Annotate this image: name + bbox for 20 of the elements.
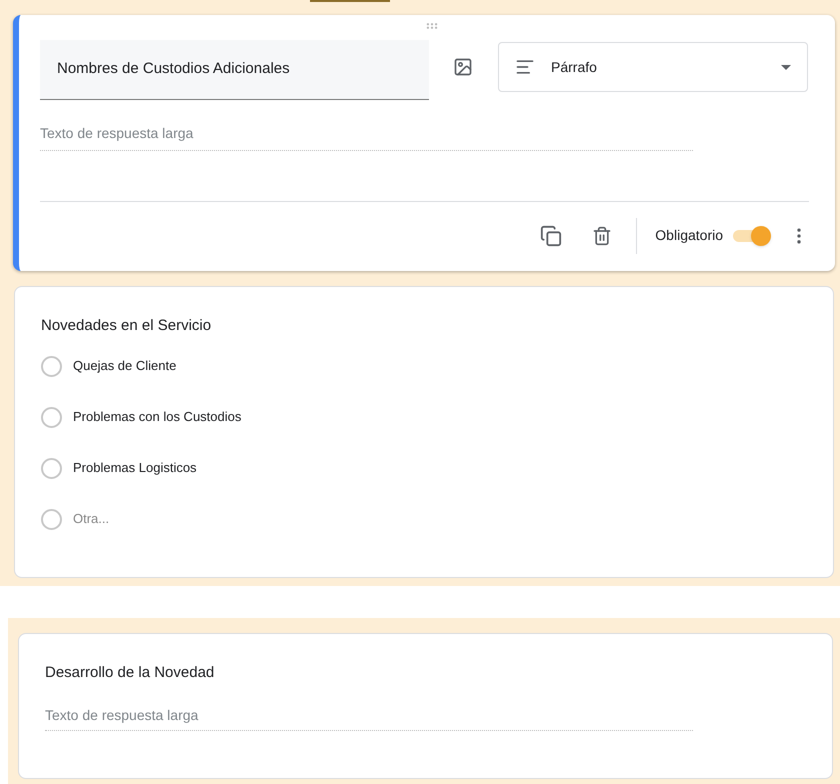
caret-icon (781, 64, 791, 70)
radio-button[interactable] (41, 406, 62, 428)
radio-button[interactable] (41, 356, 62, 376)
question-title: Desarrollo de la Novedad (45, 663, 216, 683)
option-label: Problemas con los Custodios (73, 408, 242, 426)
radio-button[interactable] (41, 458, 62, 478)
delete-icon[interactable] (592, 226, 612, 246)
option-label: Otra... (73, 510, 110, 528)
required-label: Obligatorio (655, 226, 723, 245)
radio-button[interactable] (41, 508, 62, 530)
option-label: Quejas de Cliente (73, 357, 176, 376)
image-icon[interactable] (453, 57, 473, 77)
answer-field[interactable]: Texto de respuesta larga (40, 123, 693, 151)
question-title-field[interactable]: Nombres de Custodios Adicionales (40, 40, 429, 100)
answer-field[interactable]: Texto de respuesta larga (45, 704, 693, 730)
option-label: Problemas Logisticos (73, 459, 197, 478)
duplicate-icon[interactable] (540, 224, 562, 246)
question-type-dropdown[interactable]: Párrafo (498, 42, 808, 92)
required-switch[interactable] (733, 226, 771, 246)
question-title: Novedades en el Servicio (41, 316, 212, 336)
